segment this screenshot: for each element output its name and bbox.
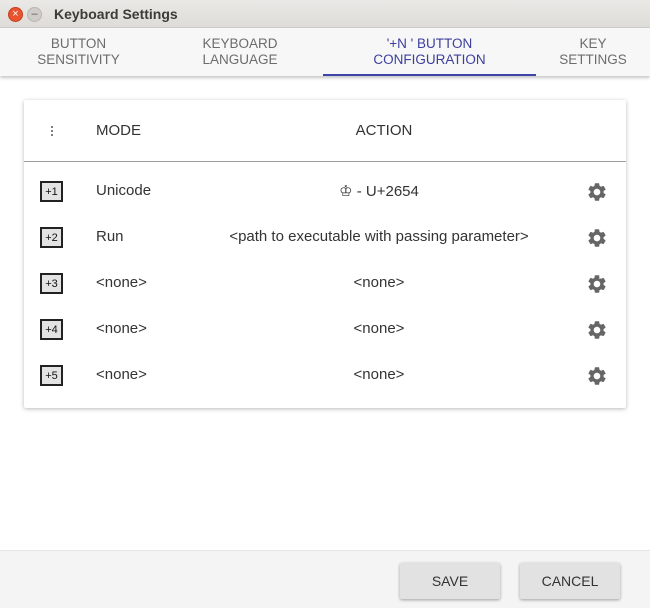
tab-button-sensitivity[interactable]: BUTTON SENSITIVITY [0, 28, 157, 76]
save-button[interactable]: SAVE [400, 563, 500, 599]
gear-icon[interactable] [586, 319, 608, 341]
row-mode: <none> [96, 366, 147, 383]
row-action: <path to executable with passing paramet… [229, 228, 529, 245]
key-plus-icon: +1 [40, 181, 63, 202]
row-action: <none> [353, 320, 405, 337]
row-action: <none> [353, 274, 405, 291]
table-header: MODE ACTION [24, 100, 626, 162]
tab-label: KEY SETTINGS [559, 36, 627, 67]
tab-label: KEYBOARD LANGUAGE [202, 36, 278, 67]
table-row: +2 Run <path to executable with passing … [24, 215, 626, 261]
key-plus-icon: +4 [40, 319, 63, 340]
tab-label: BUTTON SENSITIVITY [37, 36, 120, 67]
row-mode: <none> [96, 320, 147, 337]
tab-label: '+N ' BUTTON CONFIGURATION [373, 36, 486, 67]
cancel-button[interactable]: CANCEL [520, 563, 620, 599]
row-mode: Unicode [96, 182, 152, 199]
gear-icon[interactable] [586, 365, 608, 387]
key-plus-icon: +5 [40, 365, 63, 386]
gear-icon[interactable] [586, 273, 608, 295]
table-row: +1 Unicode ♔ - U+2654 [24, 169, 626, 215]
tab-keyboard-language[interactable]: KEYBOARD LANGUAGE [157, 28, 323, 76]
title-bar: × – Keyboard Settings [0, 0, 650, 28]
window-title: Keyboard Settings [54, 6, 178, 22]
tab-n-button-configuration[interactable]: '+N ' BUTTON CONFIGURATION [323, 28, 536, 76]
row-mode: Run [96, 228, 124, 245]
tab-key-settings[interactable]: KEY SETTINGS [536, 28, 650, 76]
row-action: ♔ - U+2654 [339, 183, 419, 200]
tab-bar: BUTTON SENSITIVITY KEYBOARD LANGUAGE '+N… [0, 28, 650, 76]
close-window-button[interactable]: × [8, 7, 23, 22]
table-row: +5 <none> <none> [24, 353, 626, 399]
table-row: +4 <none> <none> [24, 307, 626, 353]
minimize-window-button[interactable]: – [27, 7, 42, 22]
dialog-footer: SAVE CANCEL [0, 550, 650, 608]
row-action: <none> [353, 366, 405, 383]
header-mode: MODE [96, 122, 141, 139]
configuration-table: MODE ACTION +1 Unicode ♔ - U+2654 +2 Run… [24, 100, 626, 408]
column-menu-icon[interactable] [48, 124, 56, 138]
row-mode: <none> [96, 274, 147, 291]
header-action: ACTION [355, 122, 413, 139]
table-row: +3 <none> <none> [24, 261, 626, 307]
gear-icon[interactable] [586, 181, 608, 203]
gear-icon[interactable] [586, 227, 608, 249]
key-plus-icon: +3 [40, 273, 63, 294]
key-plus-icon: +2 [40, 227, 63, 248]
